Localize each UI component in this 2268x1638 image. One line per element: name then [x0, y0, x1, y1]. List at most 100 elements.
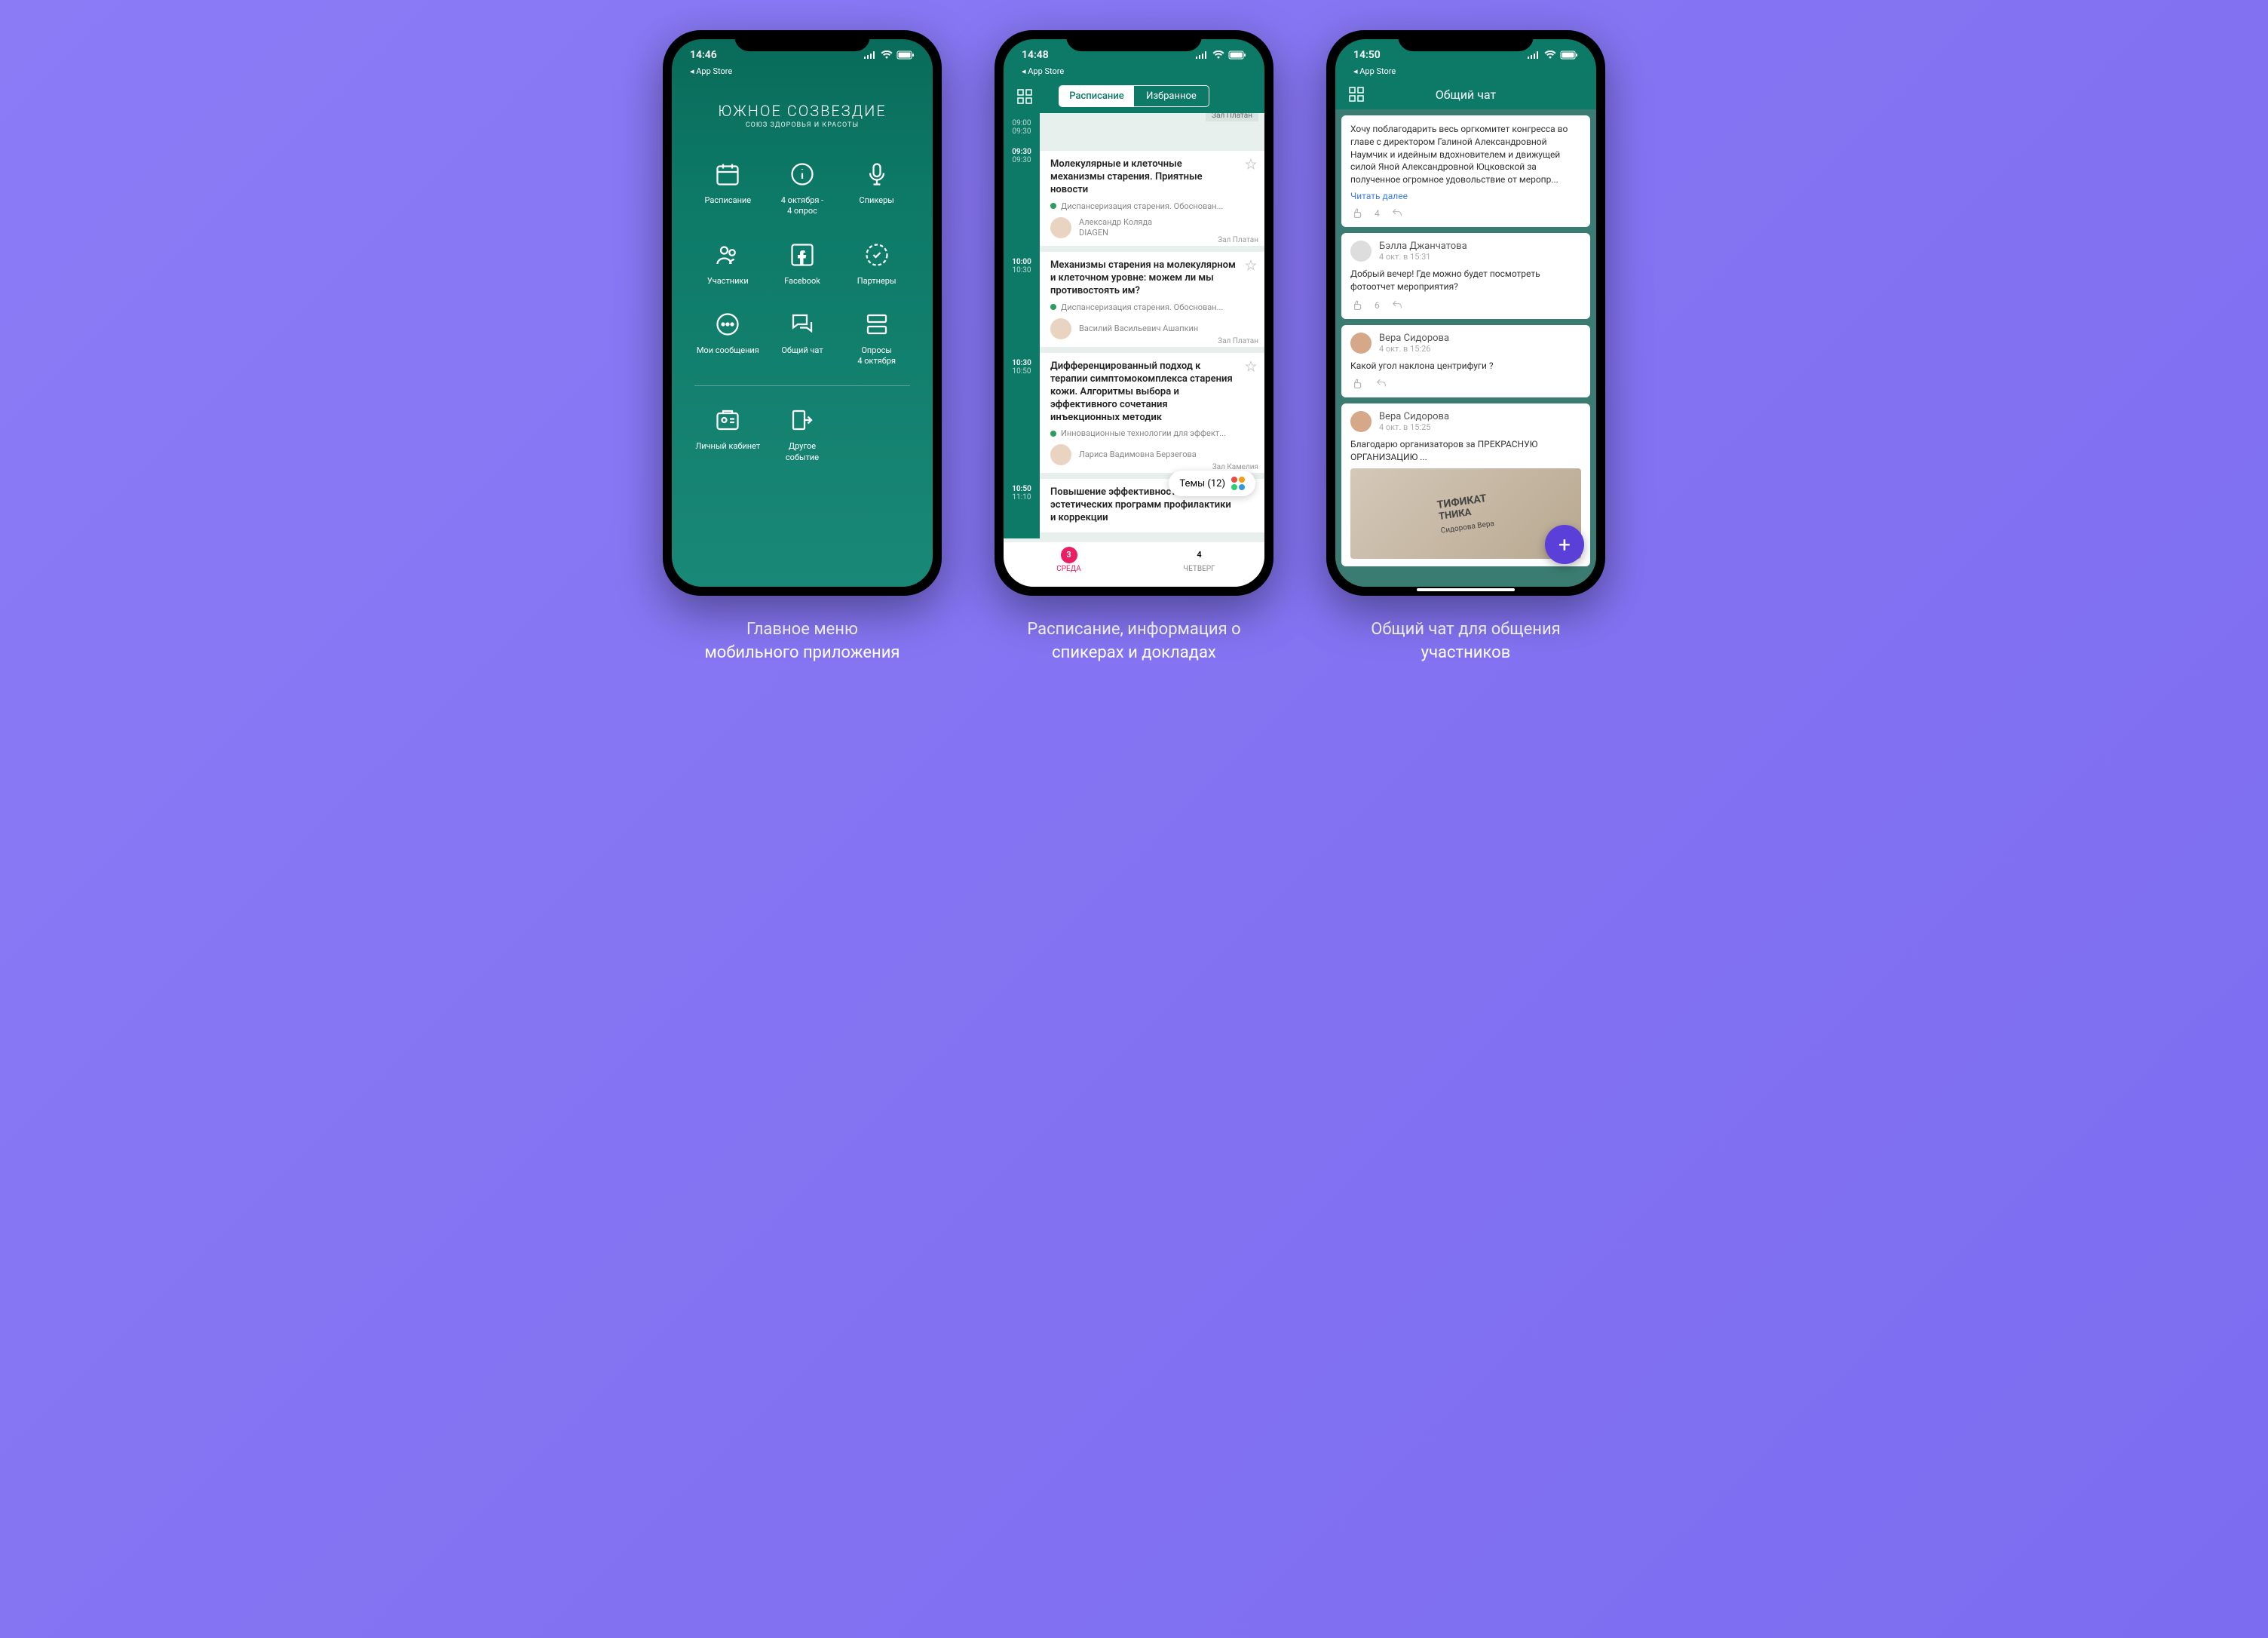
menu-item-exit[interactable]: Другое событие: [769, 405, 836, 463]
like-count: 6: [1375, 300, 1380, 311]
reply-button[interactable]: [1375, 379, 1388, 389]
status-time: 14:46: [690, 49, 735, 61]
message-text: Хочу поблагодарить весь оргкомитет конгр…: [1350, 123, 1581, 186]
notch: [1398, 30, 1534, 51]
hall-tag: Зал Платан: [1218, 337, 1258, 345]
avatar: [1050, 444, 1071, 465]
session-card[interactable]: Дифференцированный подход к терапии симп…: [1040, 353, 1264, 473]
app-title: ЮЖНОЕ СОЗВЕЗДИЕ: [687, 102, 918, 120]
like-button[interactable]: [1350, 299, 1364, 311]
status-time: 14:50: [1353, 49, 1399, 61]
like-button[interactable]: [1350, 207, 1364, 219]
session-title: Молекулярные и клеточные механизмы старе…: [1050, 158, 1254, 197]
status-icons: [863, 51, 915, 60]
menu-label: Другое событие: [786, 441, 819, 463]
schedule-row: 10:0010:30 Механизмы старения на молекул…: [1004, 252, 1264, 353]
chat-message[interactable]: Вера Сидорова4 окт. в 15:26Какой угол на…: [1341, 325, 1590, 398]
star-icon[interactable]: [1245, 259, 1257, 271]
avatar: [1350, 411, 1372, 432]
chat-body[interactable]: Хочу поблагодарить весь оргкомитет конгр…: [1335, 109, 1596, 587]
session-track: Инновационные технологии для эффект...: [1050, 428, 1254, 438]
back-to-appstore[interactable]: ◂ App Store: [672, 66, 933, 79]
menu-grid: Расписание 4 октября - 4 опрос Спикеры Учас…: [672, 159, 933, 367]
phone-frame-3: 14:50 ◂ App Store Общий чат Хочу поблаго…: [1326, 30, 1605, 596]
menu-label: Расписание: [705, 195, 752, 206]
star-icon[interactable]: [1245, 360, 1257, 373]
menu-label: Опросы 4 октября: [857, 345, 896, 367]
hall-tag: Зал Платан: [1218, 236, 1258, 244]
message-time: 4 окт. в 15:25: [1379, 422, 1449, 432]
day-name: СРЕДА: [1004, 565, 1134, 573]
badge-icon: [862, 240, 892, 270]
chat-title: Общий чат: [1364, 87, 1568, 102]
speaker-row: Александр КолядаDIAGEN: [1050, 217, 1254, 239]
grid-menu-icon[interactable]: [1017, 89, 1032, 104]
menu-item-chat[interactable]: Мои сообщения: [694, 309, 762, 367]
message-actions: 4: [1350, 207, 1581, 219]
facebook-icon: [787, 240, 817, 270]
notch: [1066, 30, 1202, 51]
poll-icon: [862, 309, 892, 339]
menu-item-mic[interactable]: Спикеры: [843, 159, 910, 217]
mic-icon: [862, 159, 892, 189]
session-card[interactable]: Механизмы старения на молекулярном и кле…: [1040, 252, 1264, 347]
notch: [734, 30, 870, 51]
avatar: [1350, 241, 1372, 262]
reply-button[interactable]: [1390, 208, 1404, 219]
back-to-appstore[interactable]: ◂ App Store: [1004, 66, 1264, 79]
exit-icon: [787, 405, 817, 435]
caption-2: Расписание, информация о спикерах и докл…: [1027, 618, 1240, 665]
track-dot-icon: [1050, 304, 1056, 310]
menu-label: Личный кабинет: [695, 441, 760, 452]
session-track: Диспансеризация старения. Обоснован...: [1050, 302, 1254, 312]
star-icon[interactable]: [1245, 158, 1257, 170]
menu-item-poll[interactable]: Опросы 4 октября: [843, 309, 910, 367]
avatar: [1350, 333, 1372, 354]
schedule-row: 10:3010:50 Дифференцированный подход к т…: [1004, 353, 1264, 479]
day-tabs: 3 СРЕДА4ЧЕТВЕРГ: [1004, 541, 1264, 587]
back-to-appstore[interactable]: ◂ App Store: [1335, 66, 1596, 79]
app-logo: ЮЖНОЕ СОЗВЕЗДИЕ СОЮЗ ЗДОРОВЬЯ И КРАСОТЫ: [672, 79, 933, 159]
tab-schedule[interactable]: Расписание: [1059, 86, 1134, 106]
session-card[interactable]: Молекулярные и клеточные механизмы старе…: [1040, 151, 1264, 246]
tab-favorites[interactable]: Избранное: [1134, 86, 1209, 106]
phone-frame-2: 14:48 ◂ App Store Расписание Избранное З…: [995, 30, 1273, 596]
chat-message[interactable]: Бэлла Джанчатова4 окт. в 15:31Добрый веч…: [1341, 233, 1590, 319]
schedule-header: Расписание Избранное: [1004, 79, 1264, 113]
chats-icon: [787, 309, 817, 339]
reply-button[interactable]: [1390, 300, 1404, 311]
menu-item-facebook[interactable]: Facebook: [769, 240, 836, 287]
day-tab-СРЕДА[interactable]: 3 СРЕДА: [1004, 547, 1134, 573]
like-button[interactable]: [1350, 378, 1364, 390]
chat-message[interactable]: Хочу поблагодарить весь оргкомитет конгр…: [1341, 115, 1590, 227]
message-author: Вера Сидорова: [1379, 333, 1449, 344]
speaker-row: Лариса Вадимовна Берзегова: [1050, 444, 1254, 465]
menu-item-badge[interactable]: Партнеры: [843, 240, 910, 287]
menu-item-calendar[interactable]: Расписание: [694, 159, 762, 217]
menu-divider: [694, 385, 910, 386]
menu-label: Партнеры: [857, 276, 896, 287]
speaker-info: Василий Васильевич Ашапкин: [1079, 324, 1198, 334]
status-icons: [1195, 51, 1246, 60]
speaker-info: Лариса Вадимовна Берзегова: [1079, 449, 1197, 460]
new-message-fab[interactable]: +: [1545, 525, 1584, 564]
menu-item-people[interactable]: Участники: [694, 240, 762, 287]
themes-filter-button[interactable]: Темы (12): [1169, 471, 1255, 496]
day-number: 4: [1191, 547, 1208, 563]
menu-item-profile[interactable]: Личный кабинет: [694, 405, 762, 463]
menu-item-chats[interactable]: Общий чат: [769, 309, 836, 367]
grid-menu-icon[interactable]: [1349, 87, 1364, 102]
day-tab-ЧЕТВЕРГ[interactable]: 4ЧЕТВЕРГ: [1134, 547, 1264, 573]
menu-label: 4 октября - 4 опрос: [781, 195, 823, 217]
caption-1: Главное меню мобильного приложения: [704, 618, 900, 665]
chat-header: Общий чат: [1335, 79, 1596, 109]
segment-control: Расписание Избранное: [1059, 85, 1209, 107]
caption-3: Общий чат для общения участников: [1371, 618, 1561, 665]
hall-label: Зал Платан: [1206, 113, 1258, 121]
read-more-link[interactable]: Читать далее: [1350, 191, 1581, 201]
session-title: Дифференцированный подход к терапии симп…: [1050, 360, 1254, 424]
color-dots-icon: [1231, 477, 1245, 490]
menu-item-info[interactable]: 4 октября - 4 опрос: [769, 159, 836, 217]
day-number: 3: [1061, 547, 1077, 563]
schedule-list[interactable]: Зал Платан09:0009:30 09:3009:30 Молекуля…: [1004, 113, 1264, 541]
